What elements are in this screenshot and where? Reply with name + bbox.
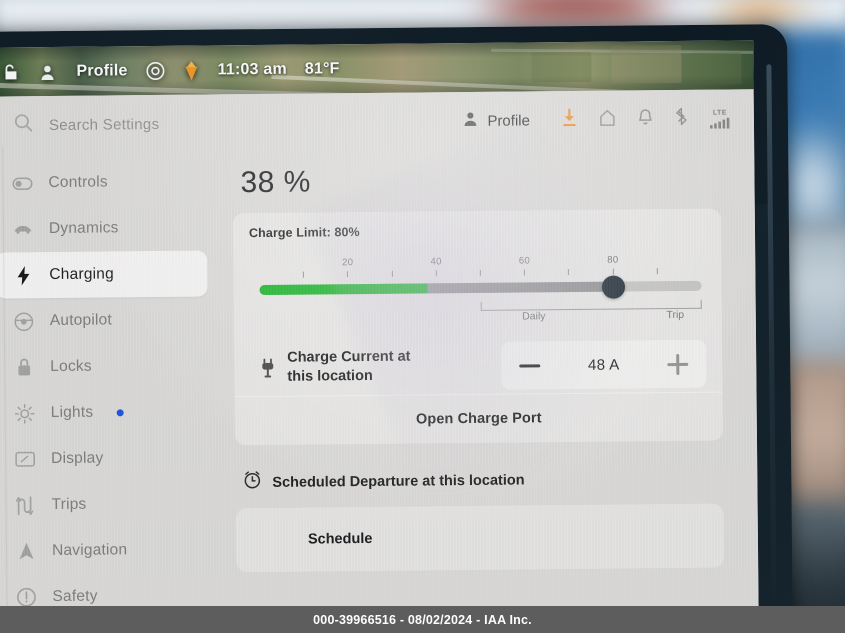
winding-road-icon (15, 495, 35, 515)
sidebar-label: Autopilot (49, 311, 113, 330)
padlock-icon (14, 357, 34, 377)
status-profile-label[interactable]: Profile (76, 62, 127, 80)
profile-button[interactable]: Profile (463, 110, 530, 132)
car-icon (13, 223, 33, 235)
range-label-daily: Daily (522, 310, 546, 323)
sidebar-label: Lights (50, 403, 94, 422)
charge-current-value: 48 A (587, 356, 620, 374)
tick-label: 40 (430, 256, 442, 268)
header-icon-tray: Profile LTE (463, 106, 730, 133)
sidebar-label: Trips (51, 495, 87, 514)
profile-label: Profile (487, 111, 531, 130)
photo-background: Profile 11:03 am 81°F Search Settings Pr… (0, 0, 845, 633)
sidebar-label: Display (51, 449, 104, 468)
download-arrow-icon[interactable] (562, 108, 577, 132)
lightning-bolt-icon (13, 265, 33, 286)
charge-current-row: Charge Current at this location 48 A (250, 336, 707, 396)
sidebar-item-locks[interactable]: Locks (0, 343, 208, 391)
screen-icon (15, 451, 35, 467)
tick-label: 60 (518, 255, 531, 267)
sidebar-item-display[interactable]: Display (0, 435, 209, 483)
lte-label: LTE (712, 109, 727, 117)
toggle-switch-icon (12, 177, 33, 190)
schedule-button[interactable]: Schedule (308, 531, 373, 548)
charge-limit-card: Charge Limit: 80% 20 40 60 80 Daily Trip… (232, 208, 724, 446)
search-icon[interactable] (14, 113, 33, 137)
touchscreen: Profile 11:03 am 81°F Search Settings Pr… (0, 40, 759, 633)
open-charge-port-button[interactable]: Open Charge Port (251, 393, 707, 445)
exclamation-circle-icon (16, 587, 36, 607)
charge-current-label-line2: this location (287, 367, 373, 385)
status-bar: Profile 11:03 am 81°F (0, 44, 358, 97)
tick-label: 20 (342, 257, 354, 269)
slider-track-limit-segment (427, 281, 614, 294)
target-circle-icon[interactable] (146, 60, 166, 80)
sidebar-label: Locks (50, 357, 92, 376)
sidebar-label: Charging (49, 265, 114, 284)
sidebar-item-dynamics[interactable]: Dynamics (0, 205, 207, 253)
settings-panel: Search Settings Profile LTE Controls Dyn… (0, 89, 759, 633)
steering-wheel-icon (14, 311, 34, 332)
lights-badge-dot (116, 408, 124, 416)
slider-knob[interactable] (601, 275, 625, 299)
status-temperature: 81°F (304, 59, 340, 78)
sidebar-label: Navigation (51, 541, 128, 560)
increase-current-button[interactable] (667, 353, 688, 374)
navigation-arrow-icon[interactable] (184, 59, 200, 81)
range-bracket-labels: Daily Trip (260, 309, 702, 327)
home-icon[interactable] (599, 108, 616, 131)
tick-label: 80 (607, 254, 619, 266)
status-time: 11:03 am (217, 60, 287, 78)
compass-arrow-icon (16, 541, 36, 561)
sun-brightness-icon (14, 403, 35, 424)
sidebar-label: Dynamics (48, 219, 119, 238)
lte-signal-icon: LTE (709, 109, 730, 129)
sidebar-item-controls[interactable]: Controls (0, 159, 207, 207)
battery-percent: 38 % (240, 165, 312, 200)
settings-sidebar: Controls Dynamics Charging Autopilot Loc… (0, 152, 229, 633)
slider-track[interactable] (259, 275, 702, 299)
sidebar-label: Safety (52, 587, 98, 606)
charge-current-stepper: 48 A (501, 339, 707, 390)
slider-battery-fill (259, 283, 428, 296)
sidebar-item-lights[interactable]: Lights (0, 389, 209, 437)
search-input[interactable]: Search Settings (49, 115, 160, 133)
charge-plug-icon (260, 358, 275, 378)
charge-current-label-line1: Charge Current at (287, 349, 411, 367)
map-strip[interactable]: Profile 11:03 am 81°F (0, 40, 754, 97)
charge-limit-slider[interactable]: 20 40 60 80 Daily Trip (259, 254, 702, 322)
scheduled-departure-title: Scheduled Departure at this location (272, 471, 525, 491)
charge-limit-label: Charge Limit: 80% (248, 225, 360, 241)
charging-pane: 38 % Charge Limit: 80% 20 40 60 80 Daily… (224, 147, 759, 633)
bell-icon[interactable] (638, 108, 653, 131)
decrease-current-button[interactable] (519, 363, 541, 368)
charge-current-label: Charge Current at this location (287, 348, 411, 386)
sidebar-item-navigation[interactable]: Navigation (0, 526, 210, 574)
watermark-bar: 000-39966516 - 08/02/2024 - IAA Inc. (0, 606, 845, 633)
settings-header: Search Settings Profile LTE (0, 89, 754, 155)
bezel-edge-highlight (766, 64, 777, 625)
person-icon (463, 110, 478, 131)
schedule-card: Schedule (235, 503, 725, 573)
sidebar-item-trips[interactable]: Trips (0, 481, 210, 529)
settings-content: Controls Dynamics Charging Autopilot Loc… (0, 147, 759, 633)
bluetooth-icon[interactable] (675, 107, 688, 131)
watermark-text: 000-39966516 - 08/02/2024 - IAA Inc. (313, 612, 532, 627)
sidebar-label: Controls (48, 173, 108, 192)
range-label-trip: Trip (666, 308, 685, 322)
scheduled-departure-header: Scheduled Departure at this location (243, 467, 723, 495)
background-red-vehicle (470, 0, 680, 22)
background-white-reflection (784, 120, 845, 250)
sidebar-item-autopilot[interactable]: Autopilot (0, 297, 208, 345)
unlocked-padlock-icon[interactable] (1, 62, 18, 81)
sidebar-item-charging[interactable]: Charging (0, 250, 208, 299)
person-map-pin-icon[interactable] (36, 61, 58, 81)
alarm-clock-icon (243, 471, 261, 494)
